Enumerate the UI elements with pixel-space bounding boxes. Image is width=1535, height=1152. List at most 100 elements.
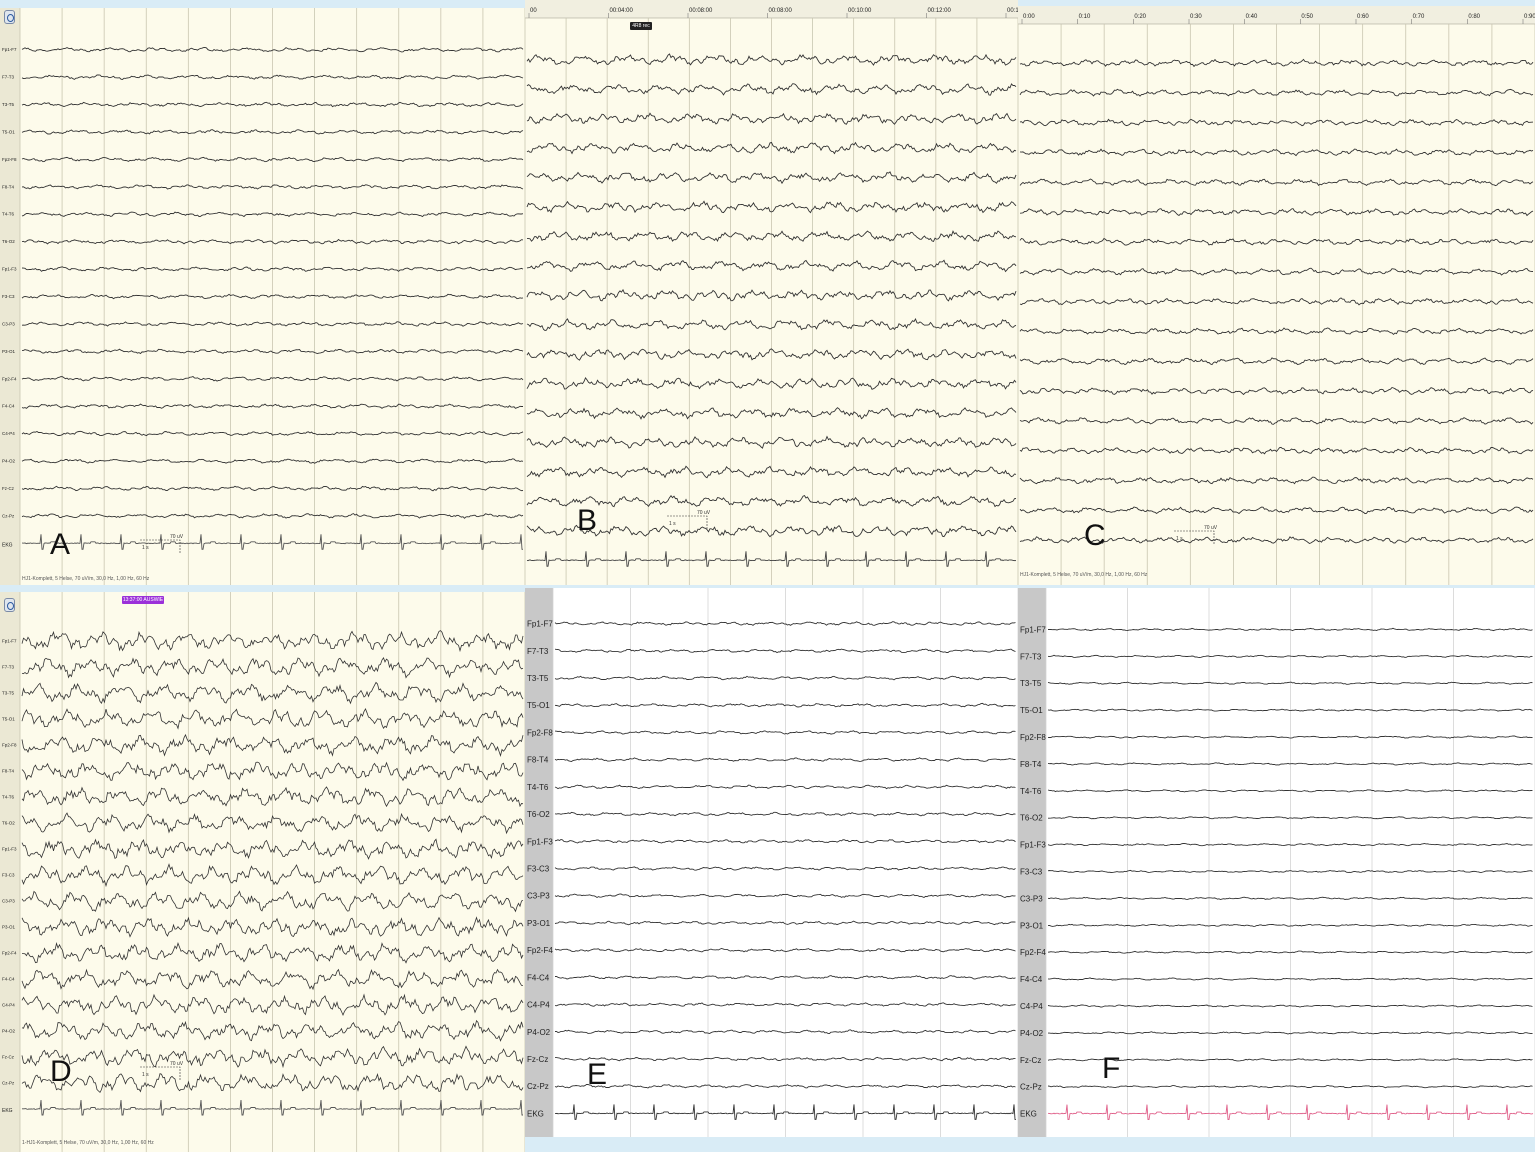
ekg-label: EKG [2,1108,13,1114]
channel-label: C4-P4 [2,431,15,436]
channel-label: Fz-Cz [1020,1056,1041,1065]
timeline-tick-label: 0:20 [1134,14,1146,20]
channel-label: C4-P4 [527,1001,550,1010]
channel-label: P4-O2 [2,1029,16,1034]
channel-label: Fp1-F3 [2,267,17,272]
channel-label: Fp1-F7 [2,47,17,52]
channel-label: F4-C4 [527,973,550,982]
channel-label: P4-O2 [527,1028,551,1037]
channel-label: Fz-Cz [527,1055,548,1064]
scale-bar: 1 s 70 uV [667,510,711,530]
channel-label: T4-T6 [2,212,14,217]
channel-label: F4-C4 [1020,975,1043,984]
channel-label: Fp2-F8 [527,728,553,737]
channel-label: P3-O1 [1020,921,1044,930]
channel-label: T5-O1 [527,701,550,710]
eeg-trace-canvas: Fp1-F7 F7-T3 T3-T5 T5-O1 Fp2-F8 F8-T4 T4-T6 T6-… [0,8,525,585]
channel-label: F7-T3 [2,665,14,670]
channel-label: Fp1-F7 [2,639,17,644]
montage-settings-footer: 1-HJ1-Komplett, 5 Helse, 70 uV/m, 30,0 H… [22,1140,154,1146]
timeline-tick-label: 0:40 [1246,14,1258,20]
channel-label: T5-O1 [2,717,15,722]
timeline-bar[interactable] [1018,6,1535,24]
panel-f-eeg-view: Fp1-F7 F7-T3 T3-T5 T5-O1 Fp2-F8 F8-T4 T4-T6 T6-… [1018,588,1535,1137]
channel-label: T3-T5 [2,102,14,107]
channel-label: Fp2-F4 [1020,948,1046,957]
scale-amp-label: 70 uV [170,534,184,540]
eeg-trace-canvas: Fp1-F7 F7-T3 T3-T5 T5-O1 Fp2-F8 F8-T4 T4-T6 T6-… [525,588,1018,1137]
timeline-tick-label: 0:80 [1468,14,1480,20]
viewer-settings-icon[interactable] [4,10,15,24]
channel-label: F8-T4 [527,756,549,765]
event-marker-tag[interactable]: 4R8 rec [630,22,652,30]
channel-label: C3-P3 [527,892,550,901]
channel-label: F3-C3 [1020,868,1043,877]
viewer-settings-icon[interactable] [4,598,15,612]
channel-label: Fp1-F7 [527,620,553,629]
channel-label: F3-C3 [2,294,15,299]
scale-amp-label: 70 uV [170,1061,184,1067]
panel-b-eeg-view: 00 00:04:00 00:08:00 00:08:00 00:10:00 00:12:… [525,0,1018,585]
channel-label: T6-O2 [1020,814,1043,823]
channel-label: T4-T6 [527,783,549,792]
channel-label: Fp1-F3 [527,837,553,846]
channel-label: C3-P3 [1020,894,1043,903]
channel-label: T3-T5 [1020,679,1042,688]
channel-label: Fp1-F7 [1020,625,1046,634]
channel-label: F7-T3 [2,75,14,80]
channel-label: C3-P3 [2,899,15,904]
channel-label: T6-O2 [2,239,15,244]
eeg-trace-canvas: 00 00:04:00 00:08:00 00:08:00 00:10:00 00:12:… [525,0,1018,585]
channel-label: C3-P3 [2,321,15,326]
channel-label: C4-P4 [1020,1002,1043,1011]
montage-settings-footer: HJ1-Komplett, 5 Helse, 70 uV/m, 30,0 Hz,… [22,576,150,582]
channel-label: T5-O1 [2,129,15,134]
channel-label: Fp2-F4 [2,376,17,381]
eeg-trace-canvas: 0:00 0:10 0:20 0:30 0:40 0:50 0:60 0:70 0:80 0:90… [1018,6,1535,585]
timeline-tick-label: 0:50 [1301,14,1313,20]
channel-label: T3-T5 [527,674,549,683]
ekg-label: EKG [527,1109,544,1118]
panel-a-eeg-view: Fp1-F7 F7-T3 T3-T5 T5-O1 Fp2-F8 F8-T4 T4-T6 T6-… [0,8,525,585]
channel-label-sidebar [1018,588,1046,1137]
channel-label: C4-P4 [2,1003,15,1008]
channel-label: F3-C3 [2,873,15,878]
event-marker-tag[interactable]: 13:37:00 AUSWIE [122,596,164,604]
timeline-tick-label: 00:08:00 [689,8,713,14]
scale-time-label: 1 s [669,521,676,527]
timeline-tick-label: 00 [530,8,537,14]
timeline-tick-label: 00:04:00 [610,8,634,14]
scale-amp-label: 70 uV [697,510,711,516]
timeline-tick-label: 0:60 [1357,14,1369,20]
channel-label: Fp1-F3 [1020,841,1046,850]
channel-label: F8-T4 [2,769,14,774]
montage-settings-footer: HJ1-Komplett, 5 Helse, 70 uV/m, 30,0 Hz,… [1020,572,1148,578]
channel-label: Cz-Pz [2,513,15,518]
channel-label: P4-O2 [2,459,16,464]
panel-e-eeg-view: Fp1-F7 F7-T3 T3-T5 T5-O1 Fp2-F8 F8-T4 T4-T6 T6-… [525,588,1018,1137]
channel-label: Cz-Pz [527,1082,549,1091]
channel-label: P3-O1 [2,925,16,930]
timeline-tick-label: 0:70 [1413,14,1425,20]
eeg-trace-canvas: Fp1-F7 F7-T3 T3-T5 T5-O1 Fp2-F8 F8-T4 T4-T6 T6-… [0,592,525,1152]
channel-label: T4-T6 [2,795,14,800]
channel-label: Fp2-F4 [527,946,553,955]
channel-label: P3-O1 [527,919,551,928]
timeline-tick-label: 00:10:00 [848,8,872,14]
timeline-tick-label: 0:30 [1190,14,1202,20]
channel-label: P4-O2 [1020,1029,1044,1038]
channel-label: Fp1-F3 [2,847,17,852]
timeline-tick-label: 00:12:00 [928,8,952,14]
scale-time-label: 1 s [1176,536,1183,542]
panel-c-eeg-view: 0:00 0:10 0:20 0:30 0:40 0:50 0:60 0:70 0:80 0:90… [1018,6,1535,585]
channel-label: Fz-Cz [2,486,15,491]
channel-label: F8-T4 [2,184,14,189]
channel-label: T6-O2 [527,810,550,819]
channel-label: F7-T3 [527,647,549,656]
timeline-tick-label: 0:90 [1524,14,1535,20]
channel-label: T3-T5 [2,691,14,696]
channel-label: F8-T4 [1020,760,1042,769]
channel-label: Fp2-F8 [2,157,17,162]
channel-label: Fz-Cz [2,1055,15,1060]
channel-label: Cz-Pz [2,1081,15,1086]
